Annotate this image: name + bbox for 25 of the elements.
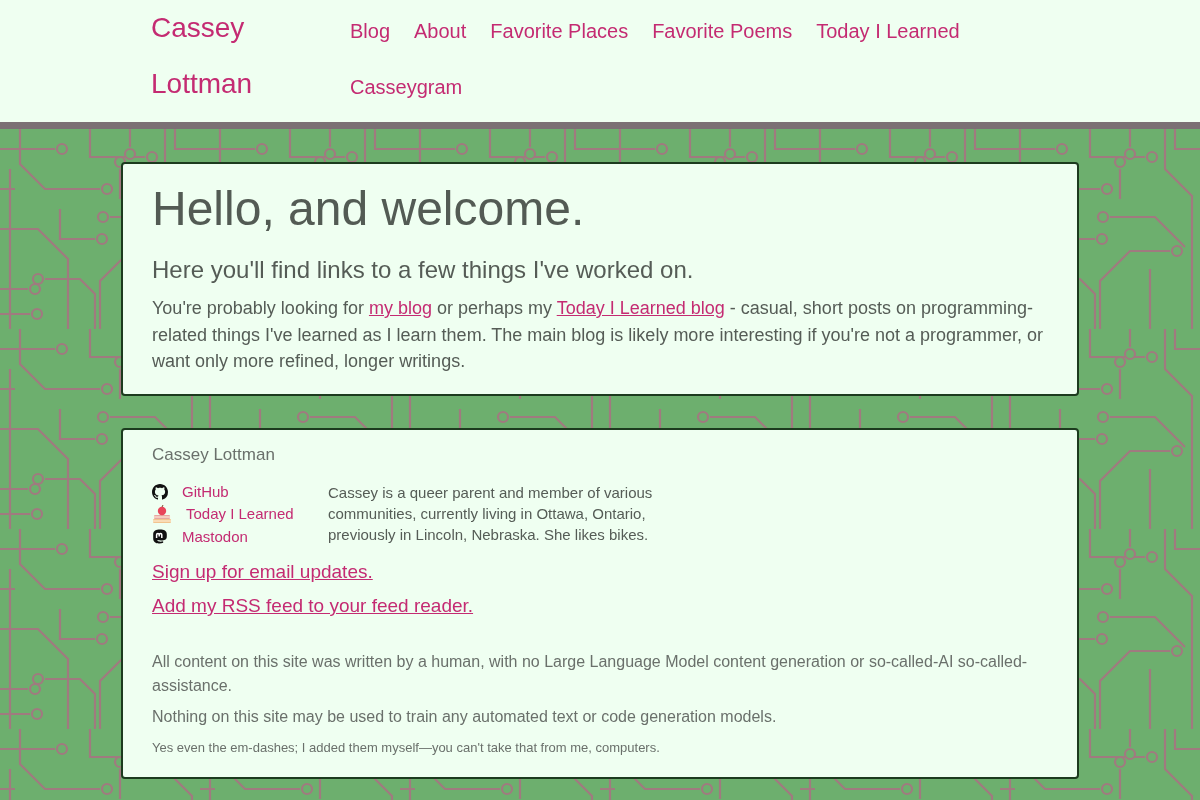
nav-link[interactable]: Favorite Poems — [652, 3, 793, 59]
github-icon — [152, 483, 168, 500]
nav-link[interactable]: Today I Learned — [816, 3, 960, 59]
nav-link[interactable]: Blog — [350, 3, 391, 59]
fine-print-text: Yes even the em-dashes; I added them myself—you can't take that from me, computers. — [152, 739, 661, 757]
nav-link[interactable]: Favorite Places — [490, 3, 629, 59]
notice-text: Nothing on this site may be used to train any automated text or code generation models. — [152, 707, 778, 727]
nav-link[interactable]: About — [414, 3, 467, 59]
inline-link[interactable]: Today I Learned blog — [556, 298, 725, 318]
profile-link[interactable]: Today I Learned — [186, 504, 294, 525]
site-title-link[interactable]: Cassey Lottman — [151, 0, 350, 115]
profile-link[interactable]: Mastodon — [182, 526, 248, 547]
welcome-heading: Hello, and welcome. — [152, 181, 586, 237]
action-link[interactable]: Sign up for email updates. — [152, 560, 373, 584]
mastodon-icon — [152, 528, 168, 545]
nav-link[interactable]: Casseygram — [350, 59, 463, 115]
notice-text: All content on this site was written by a human, with no Large Language Model content generation or so-called-AI so-called-assistance. — [152, 652, 1029, 696]
welcome-subheading: Here you'll find links to a few things I've worked on. — [152, 255, 695, 285]
profile-link[interactable]: GitHub — [182, 481, 229, 502]
intro-paragraph: You're probably looking for my blog or perhaps my Today I Learned blog - casual, short posts on programming-related things I've learned as I learn them. The main blog is likely more interesting if you're not a programmer, or want only more refined, longer writings. — [152, 297, 1044, 373]
profile-name: Cassey Lottman — [152, 443, 276, 466]
profile-bio: Cassey is a queer parent and member of various communities, currently living in Ottawa, Ontario, previously in Lincoln, Nebraska. She likes bikes. — [328, 482, 654, 545]
books-apple-icon — [152, 504, 172, 525]
action-link[interactable]: Add my RSS feed to your feed reader. — [152, 594, 474, 618]
inline-link[interactable]: my blog — [368, 298, 432, 318]
